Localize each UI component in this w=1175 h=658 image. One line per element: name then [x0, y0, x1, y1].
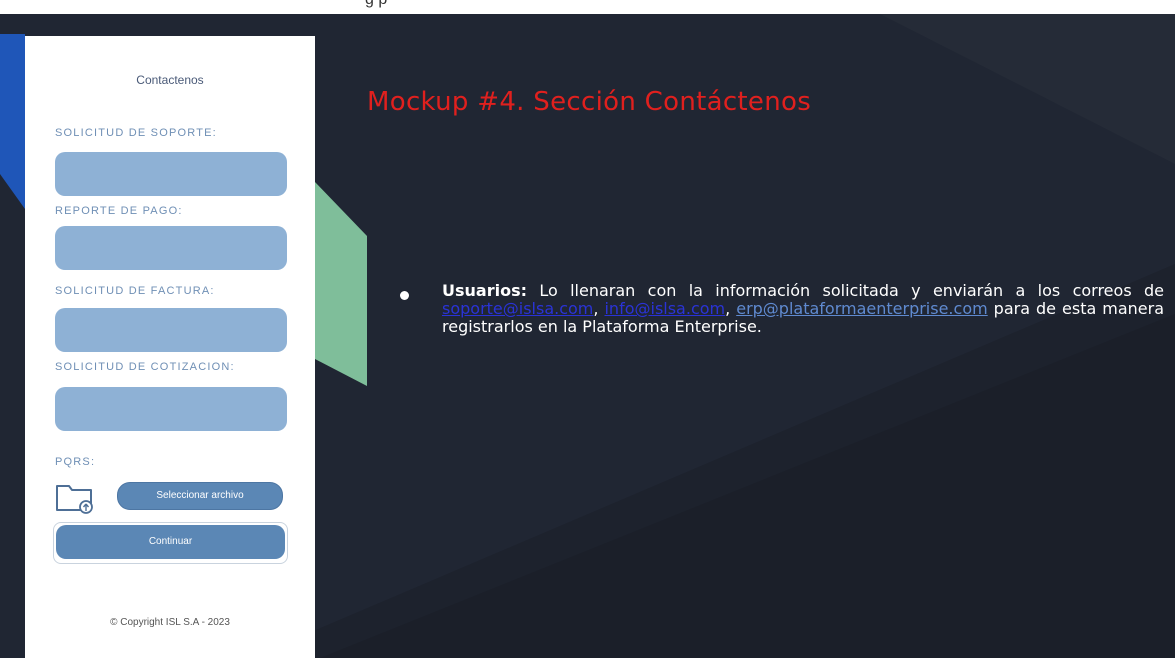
phone-mockup: Contactenos SOLICITUD DE SOPORTE: REPORT… [25, 36, 315, 658]
top-text-fragment: g p [365, 0, 387, 9]
soporte-field[interactable] [55, 152, 287, 196]
continue-button[interactable]: Continuar [56, 525, 285, 559]
label-pago: REPORTE DE PAGO: [55, 205, 183, 217]
description-sep1: , [593, 299, 605, 318]
continue-button-frame: Continuar [53, 522, 288, 564]
description-part1: Lo llenaran con la información solicitad… [527, 281, 1164, 300]
cotizacion-field[interactable] [55, 387, 287, 431]
label-pqrs: PQRS: [55, 456, 96, 468]
slide-heading: Mockup #4. Sección Contáctenos [367, 87, 812, 117]
pago-field[interactable] [55, 226, 287, 270]
select-file-button[interactable]: Seleccionar archivo [117, 482, 283, 510]
label-soporte: SOLICITUD DE SOPORTE: [55, 127, 217, 139]
folder-attach-icon[interactable] [55, 482, 95, 514]
contact-title: Contactenos [136, 73, 204, 87]
description-sep2: , [725, 299, 737, 318]
description-paragraph: Usuarios: Lo llenaran con la información… [442, 282, 1164, 336]
label-cotizacion: SOLICITUD DE COTIZACION: [55, 361, 235, 373]
slide: Contactenos SOLICITUD DE SOPORTE: REPORT… [0, 14, 1175, 658]
description-bold: Usuarios: [442, 281, 527, 300]
email-link-erp[interactable]: erp@plataformaenterprise.com [736, 299, 987, 318]
email-link-soporte[interactable]: soporte@islsa.com [442, 299, 593, 318]
factura-field[interactable] [55, 308, 287, 352]
label-factura: SOLICITUD DE FACTURA: [55, 285, 215, 297]
top-strip: g p [0, 0, 1175, 14]
bullet-icon [400, 291, 409, 300]
copyright-text: © Copyright ISL S.A - 2023 [110, 617, 230, 628]
email-link-info[interactable]: info@islsa.com [604, 299, 725, 318]
